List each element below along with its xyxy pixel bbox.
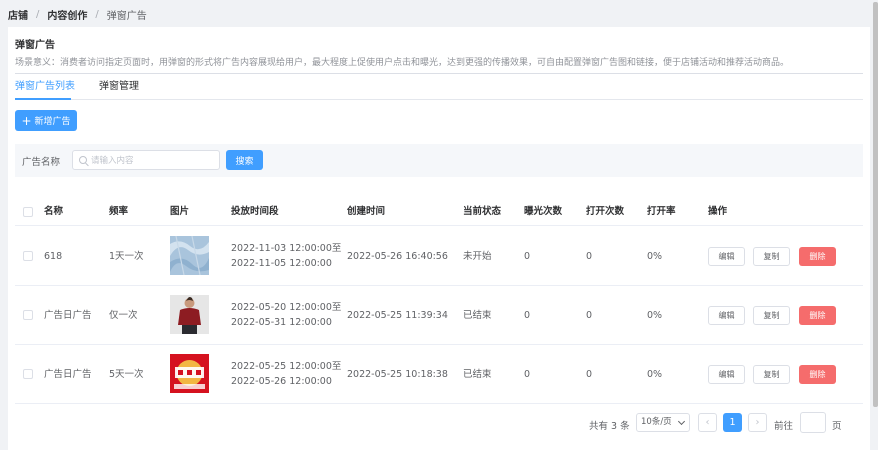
search-button[interactable]: 搜索 [226,150,263,170]
page-description: 场景意义：消费者访问指定页面时，用弹窗的形式将广告内容展现给用户，最大程度上促使… [15,58,790,68]
edit-button[interactable]: 编辑 [708,365,745,384]
cell-period-end: 2022-05-31 12:00:00 [231,317,332,328]
breadcrumb: 店铺 / 内容创作 / 弹窗广告 [8,7,147,22]
table-row: 广告日广告 5天一次 2022-05-25 12:00:00至 2022-05-… [15,345,863,404]
cell-open-rate: 0% [647,369,663,380]
pagination-total: 共有 3 条 [589,421,630,432]
vertical-scrollbar[interactable] [872,0,878,450]
blue-fabric-thumbnail[interactable] [170,236,209,275]
cell-status: 已结束 [463,369,492,380]
column-header-opens: 打开次数 [586,206,625,217]
goto-label: 前往 [774,421,794,432]
goto-page-input[interactable] [800,412,826,433]
delete-button[interactable]: 删除 [799,365,836,384]
scrollbar-thumb[interactable] [873,2,878,407]
cell-period-end: 2022-05-26 12:00:00 [231,376,332,387]
tab-popup-management[interactable]: 弹窗管理 [99,80,139,100]
column-header-created: 创建时间 [347,206,386,217]
page-title: 弹窗广告 [15,40,55,51]
row-checkbox[interactable] [23,310,33,320]
breadcrumb-item-store[interactable]: 店铺 [8,7,28,22]
chevron-right-icon: › [755,417,760,428]
search-box [72,150,220,170]
breadcrumb-separator: / [36,8,40,20]
chevron-down-icon [677,417,686,426]
cell-period-start: 2022-11-03 12:00:00至 [231,243,342,254]
cell-period-end: 2022-11-05 12:00:00 [231,258,332,269]
chevron-left-icon: ‹ [705,417,710,428]
select-all-checkbox[interactable] [23,207,33,217]
column-header-frequency: 频率 [109,206,129,217]
add-ad-button[interactable]: + 新增广告 [15,110,77,131]
cell-name: 广告日广告 [44,369,92,380]
cell-created: 2022-05-26 16:40:56 [347,251,448,262]
cell-status: 未开始 [463,251,492,262]
next-page-button[interactable]: › [748,413,767,432]
cell-period-start: 2022-05-20 12:00:00至 [231,302,342,313]
cell-frequency: 仅一次 [109,310,138,321]
cell-name: 618 [44,251,63,262]
page-number-current[interactable]: 1 [723,413,742,432]
column-header-open-rate: 打开率 [647,206,676,217]
cell-created: 2022-05-25 11:39:34 [347,310,448,321]
cell-opens: 0 [586,310,593,321]
column-header-name: 名称 [44,206,64,217]
cell-frequency: 1天一次 [109,251,144,262]
search-input[interactable] [91,153,215,168]
cell-opens: 0 [586,251,593,262]
main-card: 弹窗广告 场景意义：消费者访问指定页面时，用弹窗的形式将广告内容展现给用户，最大… [8,27,870,450]
cell-exposure: 0 [524,369,531,380]
cell-open-rate: 0% [647,251,663,262]
row-checkbox[interactable] [23,369,33,379]
column-header-status: 当前状态 [463,206,502,217]
column-header-actions: 操作 [708,206,728,217]
breadcrumb-separator: / [95,8,99,20]
table-header: 名称 频率 图片 投放时间段 创建时间 当前状态 曝光次数 打开次数 打开率 操… [15,197,863,226]
tab-active-indicator [15,98,71,100]
cell-period-start: 2022-05-25 12:00:00至 [231,361,342,372]
tab-divider [15,99,863,100]
cell-opens: 0 [586,369,593,380]
copy-button[interactable]: 复制 [753,306,790,325]
cell-name: 广告日广告 [44,310,92,321]
copy-button[interactable]: 复制 [753,247,790,266]
row-checkbox[interactable] [23,251,33,261]
column-header-image: 图片 [170,206,190,217]
filter-bar: 广告名称 搜索 [15,144,863,177]
tab-bar: 弹窗广告列表 弹窗管理 [15,80,163,100]
breadcrumb-item-content[interactable]: 内容创作 [47,7,87,22]
column-header-exposure: 曝光次数 [524,206,563,217]
prev-page-button[interactable]: ‹ [698,413,717,432]
page-suffix-label: 页 [832,421,842,432]
page-size-value: 10条/页 [641,417,672,427]
add-ad-label: 新增广告 [34,117,71,127]
cell-created: 2022-05-25 10:18:38 [347,369,448,380]
page-size-select[interactable]: 10条/页 [636,413,690,432]
cell-frequency: 5天一次 [109,369,144,380]
cell-exposure: 0 [524,310,531,321]
delete-button[interactable]: 删除 [799,247,836,266]
cell-status: 已结束 [463,310,492,321]
breadcrumb-item-current: 弹窗广告 [106,10,147,22]
tab-ad-list[interactable]: 弹窗广告列表 [15,80,75,100]
cell-exposure: 0 [524,251,531,262]
filter-label: 广告名称 [22,157,61,168]
red-promo-thumbnail[interactable] [170,354,209,393]
divider [15,73,863,74]
table-row: 广告日广告 仅一次 2022-05-20 12:00:00至 2022-05-3… [15,286,863,345]
search-icon [79,156,87,164]
plus-icon: + [21,113,32,128]
cell-open-rate: 0% [647,310,663,321]
table-row: 618 1天一次 2022-11-03 12:00:00至 2022-11-05… [15,227,863,286]
delete-button[interactable]: 删除 [799,306,836,325]
copy-button[interactable]: 复制 [753,365,790,384]
man-red-shirt-thumbnail[interactable] [170,295,209,334]
edit-button[interactable]: 编辑 [708,247,745,266]
column-header-period: 投放时间段 [231,206,279,217]
edit-button[interactable]: 编辑 [708,306,745,325]
